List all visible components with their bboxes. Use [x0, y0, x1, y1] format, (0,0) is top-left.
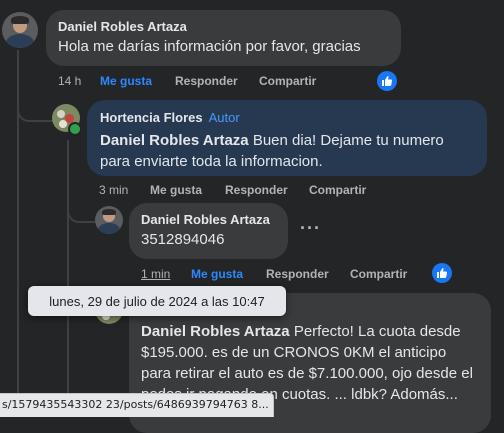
share-button[interactable]: Compartir: [309, 183, 366, 197]
more-options-icon[interactable]: ···: [300, 218, 321, 239]
comment-time[interactable]: 3 min: [99, 183, 150, 197]
online-status-dot: [68, 122, 82, 136]
author-badge: Autor: [208, 110, 240, 125]
comment-author[interactable]: Hortencia Flores: [100, 110, 203, 125]
thread-line-reply: [67, 140, 69, 410]
comment-time[interactable]: 1 min: [141, 267, 191, 281]
comment-text: 3512894046: [141, 231, 225, 248]
reply-button[interactable]: Responder: [266, 267, 350, 281]
comment-bubble: Daniel Robles Artaza 3512894046: [129, 203, 288, 259]
avatar[interactable]: [95, 206, 123, 234]
comment-author[interactable]: Daniel Robles Artaza: [141, 212, 276, 227]
comment-actions: 14 h Me gusta Responder Compartir: [58, 74, 316, 88]
comment-actions: 1 min Me gusta Responder Compartir: [141, 267, 407, 281]
thumbs-up-icon[interactable]: [432, 263, 452, 283]
comment-bubble-author: Hortencia Flores Autor Daniel Robles Arta…: [87, 100, 487, 176]
thread-connector-1: [17, 80, 53, 122]
thread-connector-2: [67, 185, 95, 223]
comment-text: Daniel Robles Artaza Buen dia! Dejame tu…: [100, 130, 474, 172]
like-button[interactable]: Me gusta: [191, 267, 266, 281]
timestamp-tooltip: lunes, 29 de julio de 2024 a las 10:47: [28, 286, 286, 316]
reply-button[interactable]: Responder: [225, 183, 309, 197]
comment-text: Hola me darías información por favor, gr…: [58, 38, 361, 55]
mention-link[interactable]: Daniel Robles Artaza: [100, 132, 249, 149]
avatar[interactable]: [2, 12, 38, 48]
share-button[interactable]: Compartir: [350, 267, 407, 281]
thumbs-up-icon[interactable]: [377, 71, 397, 91]
share-button[interactable]: Compartir: [259, 74, 316, 88]
like-button[interactable]: Me gusta: [100, 74, 175, 88]
status-bar-url: s/1579435543302 23/posts/6486939794763 8…: [0, 393, 274, 417]
comment-time[interactable]: 14 h: [58, 74, 100, 88]
comment-bubble: Daniel Robles Artaza Hola me darías info…: [46, 10, 401, 66]
reply-button[interactable]: Responder: [175, 74, 259, 88]
like-button[interactable]: Me gusta: [150, 183, 225, 197]
comment-author[interactable]: Daniel Robles Artaza: [58, 19, 389, 34]
comment-actions: 3 min Me gusta Responder Compartir: [99, 183, 366, 197]
mention-link[interactable]: Daniel Robles Artaza: [141, 323, 290, 340]
